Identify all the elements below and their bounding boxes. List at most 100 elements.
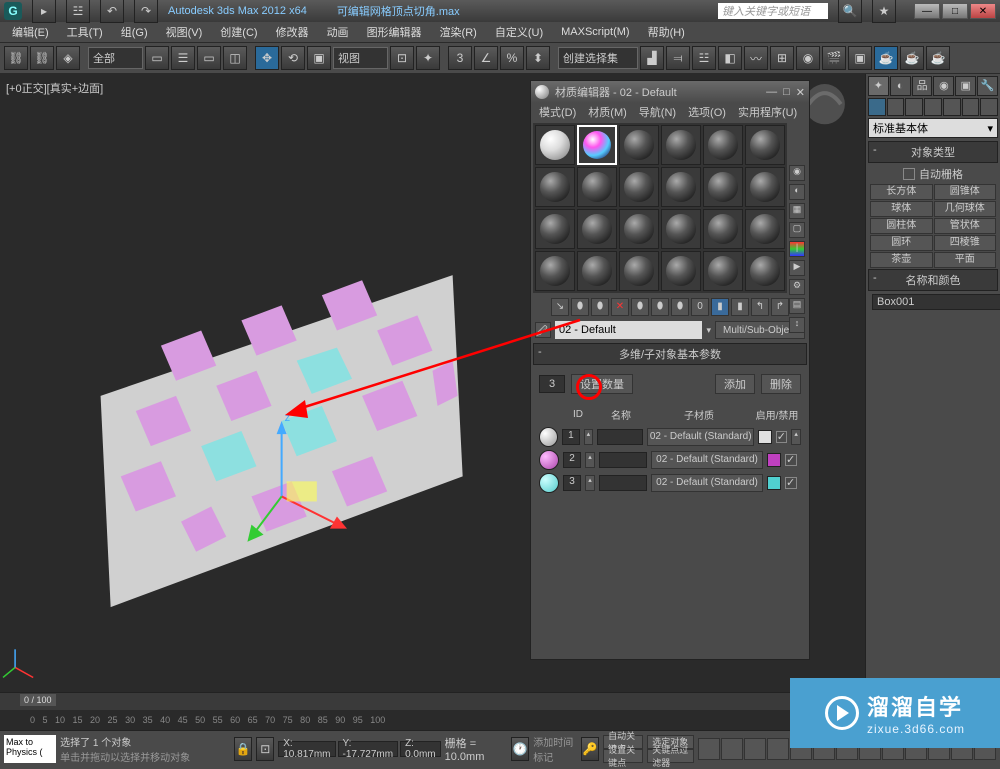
- tab-display[interactable]: ▣: [955, 76, 976, 96]
- pivot-icon[interactable]: ⊡: [390, 46, 414, 70]
- select-by-mat-icon[interactable]: ▤: [789, 298, 805, 314]
- add-time-tag[interactable]: 添加时间标记: [533, 734, 577, 764]
- submat-enable-checkbox[interactable]: [785, 454, 797, 466]
- delete-submat-button[interactable]: 删除: [761, 374, 801, 394]
- angle-snap-icon[interactable]: ∠: [474, 46, 498, 70]
- prim-plane[interactable]: 平面: [934, 252, 997, 268]
- menu-grapheditors[interactable]: 图形编辑器: [359, 22, 430, 42]
- app-menu-icon[interactable]: ▸: [32, 0, 56, 23]
- menu-tools[interactable]: 工具(T): [59, 22, 111, 42]
- put-to-lib-icon[interactable]: ⬮: [671, 298, 689, 316]
- prim-geosphere[interactable]: 几何球体: [934, 201, 997, 217]
- reset-map-icon[interactable]: ✕: [611, 298, 629, 316]
- prim-cone[interactable]: 圆锥体: [934, 184, 997, 200]
- mat-menu-mode[interactable]: 模式(D): [535, 104, 580, 120]
- go-parent-icon[interactable]: ↰: [751, 298, 769, 316]
- material-editor-icon[interactable]: ◉: [796, 46, 820, 70]
- show-map-icon[interactable]: ▮: [711, 298, 729, 316]
- named-selset-dropdown[interactable]: 创建选择集: [558, 47, 638, 69]
- material-slot[interactable]: [661, 209, 701, 249]
- prev-frame-icon[interactable]: [721, 738, 743, 760]
- select-name-icon[interactable]: ☰: [171, 46, 195, 70]
- show-end-icon[interactable]: ▮: [731, 298, 749, 316]
- sample-type-icon[interactable]: ◉: [789, 165, 805, 181]
- spinner-icon[interactable]: ▴: [791, 429, 801, 445]
- prim-box[interactable]: 长方体: [870, 184, 933, 200]
- unlink-icon[interactable]: ⛓: [30, 46, 54, 70]
- menu-maxscript[interactable]: MAXScript(M): [553, 24, 637, 40]
- goto-start-icon[interactable]: [698, 738, 720, 760]
- cat-geometry-icon[interactable]: [868, 98, 886, 116]
- mat-id-icon[interactable]: 0: [691, 298, 709, 316]
- mat-maximize-button[interactable]: □: [783, 86, 790, 99]
- cat-systems-icon[interactable]: [980, 98, 998, 116]
- curve-editor-icon[interactable]: 〰: [744, 46, 768, 70]
- mat-menu-options[interactable]: 选项(O): [684, 104, 730, 120]
- prim-teapot[interactable]: 茶壶: [870, 252, 933, 268]
- submat-name-input[interactable]: [599, 475, 647, 491]
- mat-menu-material[interactable]: 材质(M): [584, 104, 631, 120]
- mat-menu-navigate[interactable]: 导航(N): [635, 104, 680, 120]
- menu-help[interactable]: 帮助(H): [640, 22, 693, 42]
- submat-color-swatch[interactable]: [758, 430, 771, 444]
- material-slot[interactable]: [745, 251, 785, 291]
- submat-id[interactable]: 2: [563, 452, 581, 468]
- rollout-name-color[interactable]: -名称和颜色: [868, 269, 998, 291]
- tab-utilities[interactable]: 🔧: [977, 76, 998, 96]
- lock-selection-icon[interactable]: 🔒: [234, 737, 252, 761]
- align-icon[interactable]: ⫤: [666, 46, 690, 70]
- mirror-icon[interactable]: ▟: [640, 46, 664, 70]
- schematic-icon[interactable]: ⊞: [770, 46, 794, 70]
- material-slot[interactable]: [703, 251, 743, 291]
- render-frame-icon[interactable]: ▣: [848, 46, 872, 70]
- submat-enable-checkbox[interactable]: [785, 477, 797, 489]
- recent-icon[interactable]: ☳: [66, 0, 90, 23]
- menu-animation[interactable]: 动画: [319, 22, 357, 42]
- mat-minimize-button[interactable]: —: [766, 86, 777, 99]
- submat-button[interactable]: 02 - Default (Standard): [651, 451, 763, 469]
- material-slot[interactable]: [535, 251, 575, 291]
- primitive-category-dropdown[interactable]: 标准基本体▾: [868, 118, 998, 138]
- material-slot[interactable]: [577, 251, 617, 291]
- go-sibling-icon[interactable]: ↱: [771, 298, 789, 316]
- material-slot[interactable]: [535, 125, 575, 165]
- tab-hierarchy[interactable]: 品: [912, 76, 933, 96]
- mat-menu-utilities[interactable]: 实用程序(U): [734, 104, 801, 120]
- material-name-input[interactable]: 02 - Default: [555, 321, 702, 339]
- submat-name-input[interactable]: [599, 452, 647, 468]
- background-icon[interactable]: ▦: [789, 203, 805, 219]
- make-copy-icon[interactable]: ⬮: [631, 298, 649, 316]
- maxscript-listener[interactable]: Max to Physics (: [4, 735, 56, 763]
- isolate-icon[interactable]: ⊡: [256, 737, 274, 761]
- scale-icon[interactable]: ▣: [307, 46, 331, 70]
- material-slot[interactable]: [661, 125, 701, 165]
- material-slot[interactable]: [577, 167, 617, 207]
- material-slot[interactable]: [703, 209, 743, 249]
- mat-close-button[interactable]: ✕: [796, 86, 805, 99]
- coord-x[interactable]: X: 10.817mm: [278, 741, 335, 757]
- spinner-icon[interactable]: ▴: [585, 475, 595, 491]
- prim-pyramid[interactable]: 四棱锥: [934, 235, 997, 251]
- spinner-icon[interactable]: ▴: [585, 452, 595, 468]
- menu-rendering[interactable]: 渲染(R): [432, 22, 485, 42]
- tab-modify[interactable]: ◐: [890, 76, 911, 96]
- window-crossing-icon[interactable]: ◫: [223, 46, 247, 70]
- submat-color-swatch[interactable]: [767, 453, 781, 467]
- infocenter-icon[interactable]: ★: [872, 0, 896, 23]
- prim-torus[interactable]: 圆环: [870, 235, 933, 251]
- spinner-icon[interactable]: ▴: [584, 429, 594, 445]
- sample-uv-icon[interactable]: ▢: [789, 222, 805, 238]
- submat-id[interactable]: 1: [562, 429, 579, 445]
- cat-cameras-icon[interactable]: [924, 98, 942, 116]
- redo-icon[interactable]: ↷: [134, 0, 158, 23]
- submat-preview-icon[interactable]: [539, 473, 559, 493]
- material-slot[interactable]: [745, 125, 785, 165]
- assign-to-sel-icon[interactable]: ⬮: [591, 298, 609, 316]
- manip-icon[interactable]: ✦: [416, 46, 440, 70]
- material-slot[interactable]: [619, 167, 659, 207]
- get-material-icon[interactable]: ↘: [551, 298, 569, 316]
- cat-space-icon[interactable]: [962, 98, 980, 116]
- quick-render-icon[interactable]: ☕: [900, 46, 924, 70]
- material-editor-titlebar[interactable]: 材质编辑器 - 02 - Default — □ ✕: [531, 81, 809, 103]
- submat-color-swatch[interactable]: [767, 476, 781, 490]
